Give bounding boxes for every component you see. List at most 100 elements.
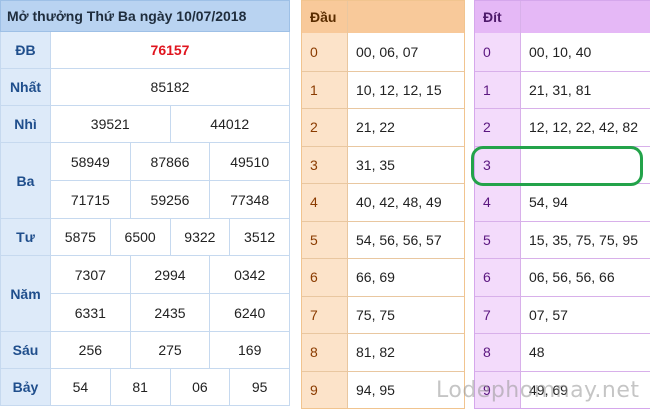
prize-number: 71715 <box>70 191 110 208</box>
dau-digit: 9 <box>302 371 348 408</box>
dau-numbers: 75, 75 <box>348 296 464 333</box>
prize-label: Sáu <box>1 332 51 368</box>
prize-number: 3512 <box>229 219 289 255</box>
prize-number: 275 <box>129 332 210 368</box>
prize-line: 39521 44012 <box>51 106 289 142</box>
prize-values: 5875 6500 9322 3512 <box>51 219 289 255</box>
prize-number: 6240 <box>209 294 289 331</box>
dau-numbers: 10, 12, 12, 15 <box>348 71 464 108</box>
dit-header-blank <box>521 1 650 33</box>
dit-numbers <box>521 146 650 183</box>
dit-numbers: 54, 94 <box>521 184 650 221</box>
dit-numbers: 21, 31, 81 <box>521 71 650 108</box>
dau-digit: 7 <box>302 296 348 333</box>
prize-values: 256 275 169 <box>51 332 289 368</box>
dit-numbers: 15, 35, 75, 75, 95 <box>521 221 650 258</box>
prize-values: 39521 44012 <box>51 106 289 142</box>
dit-row: 4 54, 94 <box>475 183 650 221</box>
prize-row: Sáu 256 275 169 <box>0 332 290 369</box>
prize-line: 76157 <box>51 32 289 68</box>
dau-digit: 2 <box>302 109 348 146</box>
dau-digit: 8 <box>302 334 348 371</box>
dit-numbers: 48 <box>521 334 650 371</box>
dit-digit: 2 <box>475 109 521 146</box>
prize-line: 58949 87866 49510 <box>51 143 289 180</box>
prize-number: 81 <box>109 369 170 405</box>
dau-header-row: Đầu <box>302 1 464 33</box>
dau-numbers: 66, 69 <box>348 259 464 296</box>
prize-label: Nhì <box>1 106 51 142</box>
watermark: Lodephomnay.net <box>436 378 640 403</box>
prize-number: 77348 <box>209 181 289 218</box>
dit-header-row: Đít <box>475 1 650 33</box>
prize-line: 7307 2994 0342 <box>51 256 289 293</box>
prize-label: Bảy <box>1 369 51 405</box>
prize-row: Bảy 54 81 06 95 <box>0 369 290 406</box>
dau-numbers: 54, 56, 56, 57 <box>348 221 464 258</box>
dit-row: 1 21, 31, 81 <box>475 70 650 108</box>
dit-digit: 1 <box>475 71 521 108</box>
prize-line: 256 275 169 <box>51 332 289 368</box>
dau-row: 7 75, 75 <box>302 295 464 333</box>
prize-row: Nhì 39521 44012 <box>0 106 290 143</box>
dau-header-blank <box>348 1 464 33</box>
dau-numbers: 21, 22 <box>348 109 464 146</box>
dit-row: 0 00, 10, 40 <box>475 33 650 71</box>
dau-digit: 3 <box>302 146 348 183</box>
dit-digit: 6 <box>475 259 521 296</box>
dit-digit: 0 <box>475 33 521 71</box>
dau-digit: 0 <box>302 33 348 71</box>
prize-number: 95 <box>229 369 289 405</box>
dit-numbers: 12, 12, 22, 42, 82 <box>521 109 650 146</box>
dau-numbers: 31, 35 <box>348 146 464 183</box>
prize-line: 54 81 06 95 <box>51 369 289 405</box>
prize-label: ĐB <box>1 32 51 68</box>
dit-row: 7 07, 57 <box>475 295 650 333</box>
lottery-results-table: Mở thưởng Thứ Ba ngày 10/07/2018 ĐB 76157… <box>0 0 290 406</box>
prize-number: 0342 <box>209 256 289 293</box>
prize-row: ĐB 76157 <box>0 32 290 69</box>
dau-header-label: Đầu <box>302 1 348 33</box>
dau-digit: 4 <box>302 184 348 221</box>
prize-number: 169 <box>209 332 289 368</box>
prize-number: 59256 <box>129 181 210 218</box>
dau-row: 0 00, 06, 07 <box>302 33 464 71</box>
dit-numbers: 00, 10, 40 <box>521 33 650 71</box>
prize-number: 2435 <box>129 294 210 331</box>
prize-number: 9322 <box>169 219 230 255</box>
prize-number: 06 <box>169 369 230 405</box>
dit-digit: 8 <box>475 334 521 371</box>
prize-label: Năm <box>1 256 51 331</box>
prize-row: Năm 7307 2994 0342 6331 2435 6240 <box>0 256 290 332</box>
dau-numbers: 00, 06, 07 <box>348 33 464 71</box>
dit-digit: 4 <box>475 184 521 221</box>
prize-line: 85182 <box>51 69 289 105</box>
prize-number: 7307 <box>74 266 106 283</box>
prize-line: 6331 2435 6240 <box>51 293 289 331</box>
dau-row: 2 21, 22 <box>302 108 464 146</box>
prize-row: Ba 58949 87866 49510 71715 59256 77348 <box>0 143 290 219</box>
dau-numbers: 40, 42, 48, 49 <box>348 184 464 221</box>
prize-row: Tư 5875 6500 9322 3512 <box>0 219 290 256</box>
dau-digit: 5 <box>302 221 348 258</box>
dit-digit: 7 <box>475 296 521 333</box>
dau-row: 6 66, 69 <box>302 258 464 296</box>
prize-number: 2994 <box>129 256 210 293</box>
prize-number: 87866 <box>129 143 210 180</box>
dit-row: 5 15, 35, 75, 75, 95 <box>475 220 650 258</box>
prize-line: 5875 6500 9322 3512 <box>51 219 289 255</box>
prize-number: 39521 <box>90 116 130 132</box>
prize-values: 85182 <box>51 69 289 105</box>
prize-number: 44012 <box>169 106 290 142</box>
dau-table: Đầu 0 00, 06, 07 1 10, 12, 12, 15 2 21, 22 3 31… <box>301 0 465 409</box>
prize-row: Nhất 85182 <box>0 69 290 106</box>
dit-row: 8 48 <box>475 333 650 371</box>
prize-values: 58949 87866 49510 71715 59256 77348 <box>51 143 289 218</box>
dau-row: 5 54, 56, 56, 57 <box>302 220 464 258</box>
prize-number: 58949 <box>70 153 110 170</box>
prize-values: 7307 2994 0342 6331 2435 6240 <box>51 256 289 331</box>
prize-label: Tư <box>1 219 51 255</box>
dau-row: 1 10, 12, 12, 15 <box>302 70 464 108</box>
prize-line: 71715 59256 77348 <box>51 180 289 218</box>
prize-number: 6331 <box>74 304 106 321</box>
